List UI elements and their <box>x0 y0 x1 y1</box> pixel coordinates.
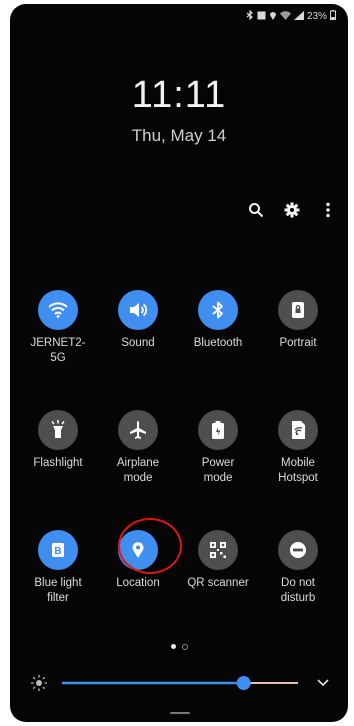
tile-label: Blue light filter <box>34 577 82 604</box>
tile-portrait[interactable]: Portrait <box>258 290 338 380</box>
battery-icon <box>330 10 336 23</box>
brightness-thumb <box>236 676 251 690</box>
tile-label: Location <box>116 577 160 589</box>
tile-label: Mobile Hotspot <box>278 457 318 484</box>
panel-handle[interactable] <box>170 712 190 714</box>
portrait-lock-icon[interactable] <box>278 290 318 330</box>
tile-label: Airplane mode <box>116 457 160 484</box>
tile-blue-light-filter[interactable]: B Blue light filter <box>18 530 98 620</box>
tile-label: Sound <box>121 337 155 349</box>
bluetooth-icon[interactable] <box>198 290 238 330</box>
tile-label: Flashlight <box>33 457 83 469</box>
bluetooth-icon <box>246 9 254 23</box>
wifi-icon <box>279 10 291 23</box>
tile-airplane[interactable]: Airplane mode <box>98 410 178 500</box>
clock-time: 11:11 <box>131 74 227 116</box>
tile-power-mode[interactable]: Power mode <box>178 410 258 500</box>
quick-settings-grid: JERNET2- 5G Sound Bluetooth Portrait Fla… <box>18 290 340 620</box>
page-indicator <box>10 644 348 650</box>
tile-location[interactable]: Location <box>98 530 178 620</box>
brightness-icon <box>31 675 47 691</box>
tile-qr-scanner[interactable]: QR scanner <box>178 530 258 620</box>
panel-actions <box>246 200 338 220</box>
flashlight-icon[interactable] <box>38 410 78 450</box>
phone-screen: 23% 11:11 Thu, May 14 JERNET2- 5G Sound … <box>10 4 348 722</box>
svg-text:B: B <box>54 546 61 557</box>
search-icon[interactable] <box>246 200 266 220</box>
image-icon <box>257 11 266 23</box>
page-dot[interactable] <box>181 644 188 650</box>
tile-label: Do not disturb <box>280 577 316 604</box>
tile-wifi[interactable]: JERNET2- 5G <box>18 290 98 380</box>
battery-percent: 23% <box>306 11 327 22</box>
more-vert-icon[interactable] <box>318 200 338 220</box>
do-not-disturb-icon[interactable] <box>278 530 318 570</box>
airplane-icon[interactable] <box>118 410 158 450</box>
brightness-slider[interactable] <box>30 672 330 694</box>
clock-date: Thu, May 14 <box>131 126 227 145</box>
chevron-down-icon <box>317 679 329 687</box>
tile-bluetooth[interactable]: Bluetooth <box>178 290 258 380</box>
power-mode-icon[interactable] <box>198 410 238 450</box>
page-dot-active[interactable] <box>170 644 176 649</box>
tile-hotspot[interactable]: Mobile Hotspot <box>258 410 338 500</box>
hotspot-icon[interactable] <box>278 410 318 450</box>
qr-icon[interactable] <box>198 530 238 570</box>
gear-icon[interactable] <box>282 200 302 220</box>
signal-icon <box>293 10 304 23</box>
tile-do-not-disturb[interactable]: Do not disturb <box>258 530 338 620</box>
status-bar: 23% <box>246 9 336 23</box>
brightness-control <box>30 672 330 694</box>
tile-label: JERNET2- 5G <box>30 337 86 364</box>
wifi-icon[interactable] <box>38 290 78 330</box>
tile-label: Bluetooth <box>193 337 243 349</box>
tile-label: QR scanner <box>187 577 249 589</box>
tile-sound[interactable]: Sound <box>98 290 178 380</box>
tile-label: Power mode <box>201 457 235 484</box>
blue-light-icon[interactable]: B <box>38 530 78 570</box>
tile-label: Portrait <box>279 337 317 349</box>
sound-icon[interactable] <box>118 290 158 330</box>
location-icon <box>269 10 277 23</box>
location-icon[interactable] <box>118 530 158 570</box>
tile-flashlight[interactable]: Flashlight <box>18 410 98 500</box>
